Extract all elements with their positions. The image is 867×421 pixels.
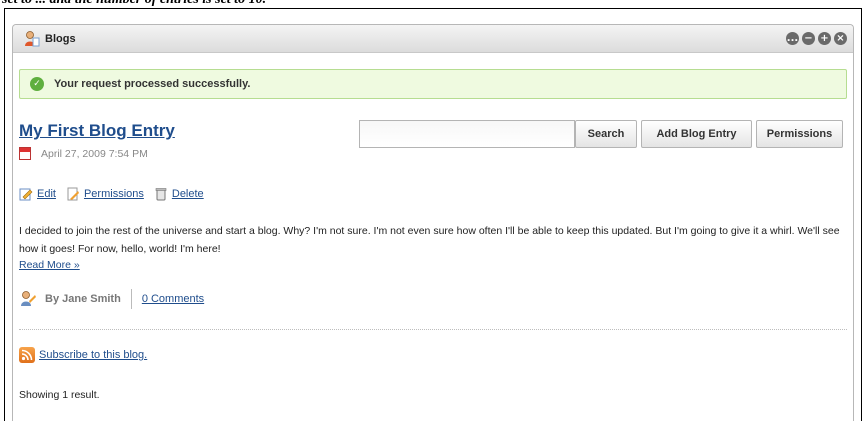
search-input[interactable] bbox=[359, 120, 575, 148]
author-name: By Jane Smith bbox=[45, 289, 132, 309]
results-count: Showing 1 result. bbox=[19, 389, 100, 401]
success-text: Your request processed successfully. bbox=[54, 78, 251, 90]
entry-actions: Edit Permissions Delete bbox=[19, 187, 204, 201]
maximize-icon[interactable]: + bbox=[818, 32, 831, 45]
rss-icon[interactable] bbox=[19, 347, 35, 363]
trash-icon bbox=[154, 187, 168, 201]
caption-fragment: set to ... and the number of entries is … bbox=[0, 0, 867, 8]
minimize-icon[interactable]: − bbox=[802, 32, 815, 45]
portlet-title: Blogs bbox=[45, 32, 76, 45]
blogs-portlet: Blogs ... − + × ✓ Your request processed… bbox=[12, 24, 854, 421]
close-icon[interactable]: × bbox=[834, 32, 847, 45]
blogs-icon bbox=[23, 30, 41, 48]
portlet-header: Blogs ... − + × bbox=[13, 25, 853, 53]
entry-date: April 27, 2009 7:54 PM bbox=[41, 147, 148, 160]
edit-icon bbox=[19, 187, 33, 201]
window-controls: ... − + × bbox=[786, 32, 853, 45]
subscribe-row: Subscribe to this blog. bbox=[19, 347, 147, 363]
comments-link[interactable]: 0 Comments bbox=[142, 293, 204, 305]
calendar-icon bbox=[19, 147, 31, 160]
add-blog-entry-button[interactable]: Add Blog Entry bbox=[641, 120, 752, 148]
divider bbox=[19, 329, 847, 330]
edit-action[interactable]: Edit bbox=[19, 187, 56, 201]
check-icon: ✓ bbox=[30, 77, 44, 91]
entry-body: I decided to join the rest of the univer… bbox=[19, 225, 840, 255]
entry-meta: By Jane Smith 0 Comments bbox=[19, 289, 204, 309]
permissions-button[interactable]: Permissions bbox=[756, 120, 843, 148]
caption-text: set to ... and the number of entries is … bbox=[2, 0, 266, 8]
read-more-link[interactable]: Read More » bbox=[19, 259, 80, 271]
permissions-action[interactable]: Permissions bbox=[66, 187, 144, 201]
subscribe-link[interactable]: Subscribe to this blog. bbox=[39, 349, 147, 361]
frame-border-top bbox=[4, 8, 862, 9]
entry-date-row: April 27, 2009 7:54 PM bbox=[19, 147, 148, 160]
entry-title-link[interactable]: My First Blog Entry bbox=[19, 121, 175, 141]
author-icon bbox=[19, 290, 37, 308]
options-icon[interactable]: ... bbox=[786, 32, 799, 45]
delete-link[interactable]: Delete bbox=[172, 188, 204, 200]
permissions-icon bbox=[66, 187, 80, 201]
edit-link[interactable]: Edit bbox=[37, 188, 56, 200]
delete-action[interactable]: Delete bbox=[154, 187, 204, 201]
frame-border-right bbox=[861, 8, 862, 421]
frame-border-left bbox=[4, 8, 5, 421]
permissions-link[interactable]: Permissions bbox=[84, 188, 144, 200]
success-message: ✓ Your request processed successfully. bbox=[19, 69, 847, 99]
search-button[interactable]: Search bbox=[575, 120, 637, 148]
